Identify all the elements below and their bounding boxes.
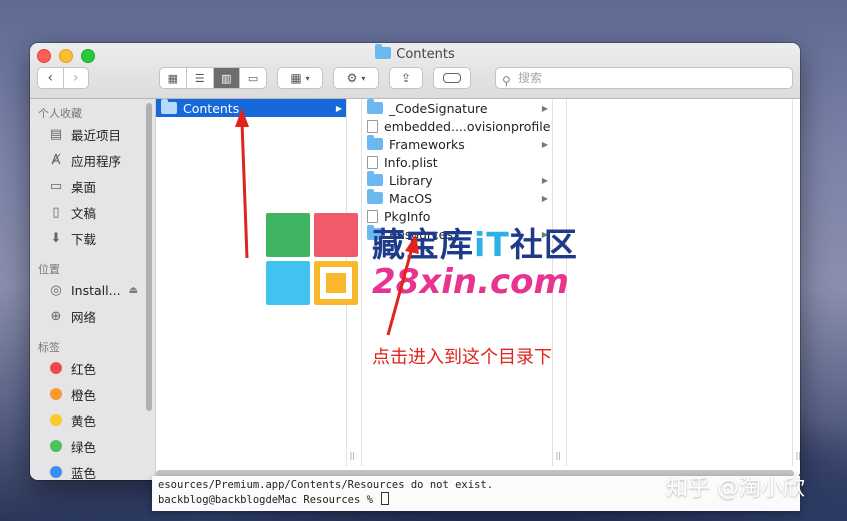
- chevron-right-icon: ▶: [541, 175, 548, 185]
- list-item[interactable]: embedded....ovisionprofile: [362, 117, 552, 135]
- watermark-url: 28xin.com: [372, 262, 569, 302]
- list-item-contents[interactable]: Contents ▶: [156, 99, 346, 117]
- tag-icon: [443, 73, 461, 83]
- network-icon: ⊕: [50, 308, 62, 324]
- applications-icon: Ⱥ: [51, 152, 61, 168]
- green-tag-icon: [50, 440, 62, 452]
- red-tag-icon: [50, 362, 62, 374]
- toolbar: ‹ › ▦ ☰ ▥ ▭ ▦ ▾ ⚙ ▾ ⇪ ⚲ 搜索: [30, 67, 800, 91]
- folder-icon: [367, 99, 383, 114]
- orange-tag-icon: [50, 388, 62, 400]
- downloads-icon: ⬇: [50, 230, 62, 246]
- column-3: ||: [566, 99, 800, 466]
- logo-tile-green: [266, 213, 310, 257]
- file-icon: [367, 155, 378, 169]
- folder-icon: [161, 99, 177, 114]
- list-item[interactable]: Library ▶: [362, 171, 552, 189]
- list-view-icon[interactable]: ☰: [187, 68, 214, 88]
- tags-header: 标签: [38, 341, 60, 354]
- chevron-right-icon: ▶: [541, 103, 548, 113]
- sidebar-item-tag-red[interactable]: 红色: [30, 355, 155, 381]
- chevron-down-icon: ▾: [305, 73, 310, 83]
- watermark-logo: [266, 213, 358, 305]
- sidebar-item-network[interactable]: ⊕ 网络: [30, 303, 155, 329]
- list-item[interactable]: _CodeSignature ▶: [362, 99, 552, 117]
- file-icon: [367, 119, 378, 133]
- search-input[interactable]: ⚲ 搜索: [495, 67, 793, 89]
- action-button[interactable]: ⚙ ▾: [333, 67, 379, 89]
- search-icon: ⚲: [502, 74, 511, 88]
- locations-header: 位置: [38, 263, 60, 276]
- sidebar-item-tag-orange[interactable]: 橙色: [30, 381, 155, 407]
- share-button[interactable]: ⇪: [389, 67, 423, 89]
- recents-icon: ▤: [49, 126, 63, 142]
- sidebar-item-install-disk[interactable]: ◎ Install... ⏏: [30, 277, 155, 303]
- eject-icon[interactable]: ⏏: [129, 285, 138, 296]
- column-resize-handle[interactable]: ||: [350, 451, 355, 460]
- blue-tag-icon: [50, 466, 62, 478]
- folder-icon: [367, 189, 383, 204]
- list-item[interactable]: MacOS ▶: [362, 189, 552, 207]
- documents-icon: ▯: [52, 204, 60, 220]
- chevron-right-icon: ▶: [541, 193, 548, 203]
- sidebar-item-tag-yellow[interactable]: 黄色: [30, 407, 155, 433]
- sidebar: 个人收藏 ▤ 最近项目 Ⱥ 应用程序 ▭ 桌面 ▯ 文稿 ⬇ 下载 位置 ◎ Install…: [30, 99, 156, 480]
- sidebar-scrollbar[interactable]: [146, 103, 152, 411]
- chevron-right-icon[interactable]: ›: [64, 68, 89, 88]
- cursor-icon: [381, 492, 390, 505]
- favorites-header: 个人收藏: [38, 107, 82, 120]
- sidebar-item-downloads[interactable]: ⬇ 下载: [30, 225, 155, 251]
- sidebar-item-recents[interactable]: ▤ 最近项目: [30, 121, 155, 147]
- sidebar-item-tag-green[interactable]: 绿色: [30, 433, 155, 459]
- column-view-icon[interactable]: ▥: [213, 68, 241, 88]
- folder-icon: [367, 135, 383, 150]
- window-title: Contents: [30, 44, 800, 62]
- group-icon: ▦: [290, 71, 302, 85]
- icon-view-icon[interactable]: ▦: [160, 68, 187, 88]
- chevron-down-icon: ▾: [361, 73, 366, 83]
- group-button[interactable]: ▦ ▾: [277, 67, 323, 89]
- chevron-right-icon: ▶: [541, 139, 548, 149]
- column-resize-handle[interactable]: ||: [796, 451, 800, 460]
- sidebar-item-tag-blue[interactable]: 蓝色: [30, 459, 155, 480]
- sidebar-item-desktop[interactable]: ▭ 桌面: [30, 173, 155, 199]
- credit-watermark: 知乎 @淘小欣: [666, 476, 805, 501]
- view-mode-selector: ▦ ☰ ▥ ▭: [159, 67, 267, 89]
- desktop-icon: ▭: [49, 178, 63, 194]
- chevron-left-icon[interactable]: ‹: [38, 68, 64, 88]
- logo-tile-yellow: [314, 261, 358, 305]
- watermark-title: 藏宝库iT社区: [372, 225, 578, 264]
- sidebar-item-applications[interactable]: Ⱥ 应用程序: [30, 147, 155, 173]
- annotation-note: 点击进入到这个目录下: [372, 347, 552, 368]
- gear-icon: ⚙: [346, 71, 358, 85]
- titlebar: Contents ‹ › ▦ ☰ ▥ ▭ ▦ ▾ ⚙ ▾ ⇪ ⚲ 搜索: [30, 43, 800, 99]
- list-item[interactable]: Info.plist: [362, 153, 552, 171]
- disk-icon: ◎: [50, 282, 62, 298]
- share-icon: ⇪: [400, 71, 412, 85]
- yellow-tag-icon: [50, 414, 62, 426]
- folder-icon: [367, 171, 383, 186]
- nav-buttons: ‹ ›: [37, 67, 89, 89]
- column-resize-handle[interactable]: ||: [556, 451, 561, 460]
- sidebar-item-documents[interactable]: ▯ 文稿: [30, 199, 155, 225]
- folder-icon: [375, 44, 392, 59]
- logo-tile-blue: [266, 261, 310, 305]
- gallery-view-icon[interactable]: ▭: [240, 68, 266, 88]
- logo-tile-red: [314, 213, 358, 257]
- tag-button[interactable]: [433, 67, 471, 89]
- list-item[interactable]: Frameworks ▶: [362, 135, 552, 153]
- chevron-right-icon: ▶: [335, 103, 342, 113]
